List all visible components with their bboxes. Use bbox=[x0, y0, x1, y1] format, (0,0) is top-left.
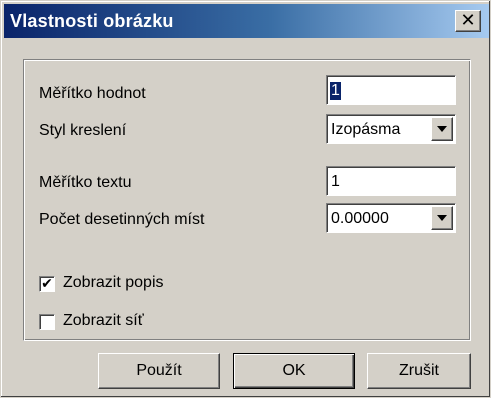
value-scale-label: Měřítko hodnot bbox=[39, 85, 146, 102]
text-scale-value: 1 bbox=[331, 173, 340, 190]
show-description-label[interactable]: Zobrazit popis bbox=[63, 274, 164, 292]
decimals-label: Počet desetinných míst bbox=[39, 211, 205, 228]
value-scale-value: 1 bbox=[330, 82, 341, 100]
decimals-value: 0.00000 bbox=[331, 210, 389, 227]
text-scale-label: Měřítko textu bbox=[39, 174, 132, 191]
close-icon: ✕ bbox=[460, 10, 476, 31]
show-grid-label[interactable]: Zobrazit síť bbox=[63, 312, 144, 330]
title-bar[interactable]: Vlastnosti obrázku ✕ bbox=[4, 4, 489, 38]
draw-style-label: Styl kreslení bbox=[39, 122, 127, 139]
value-scale-input[interactable]: 1 bbox=[326, 75, 456, 105]
chevron-down-icon[interactable] bbox=[431, 206, 453, 230]
dialog-window: Vlastnosti obrázku ✕ Měřítko hodnot 1 St… bbox=[0, 0, 491, 398]
show-grid-checkbox[interactable] bbox=[39, 314, 55, 330]
show-description-checkbox[interactable]: ✔ bbox=[39, 276, 55, 292]
ok-button[interactable]: OK bbox=[233, 353, 355, 389]
draw-style-value: Izopásma bbox=[331, 121, 401, 138]
text-scale-input[interactable]: 1 bbox=[326, 166, 456, 196]
decimals-select[interactable]: 0.00000 bbox=[326, 203, 456, 233]
window-title: Vlastnosti obrázku bbox=[10, 11, 174, 31]
apply-button[interactable]: Použít bbox=[98, 353, 220, 389]
check-icon: ✔ bbox=[41, 276, 53, 292]
draw-style-select[interactable]: Izopásma bbox=[326, 114, 456, 144]
close-button[interactable]: ✕ bbox=[455, 10, 481, 32]
chevron-down-icon[interactable] bbox=[431, 117, 453, 141]
cancel-button[interactable]: Zrušit bbox=[367, 353, 471, 389]
